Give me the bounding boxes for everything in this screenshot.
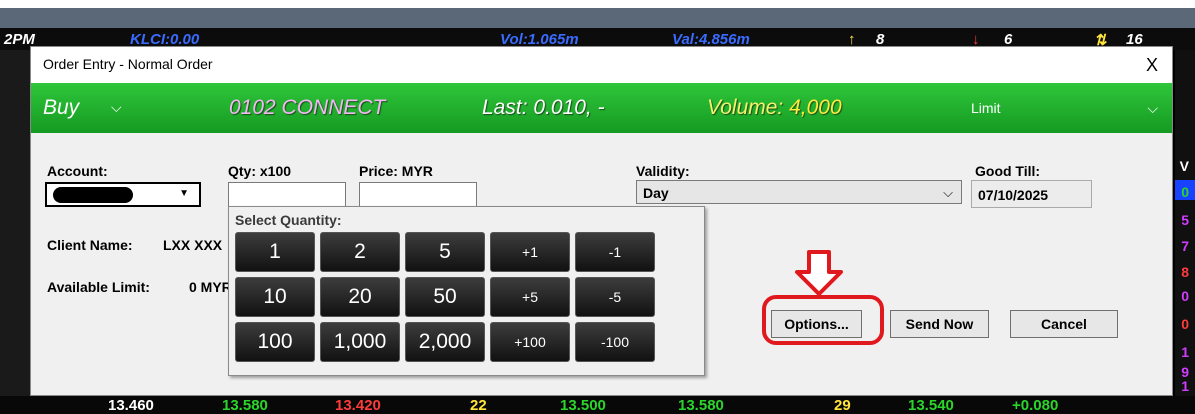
client-name-value: LXX XXX <box>163 237 223 253</box>
qty-button[interactable]: 5 <box>405 232 485 272</box>
client-name-label: Client Name: <box>47 237 133 253</box>
dropdown-arrow-icon[interactable]: ▼ <box>179 188 189 199</box>
qty-button[interactable]: 10 <box>235 277 315 317</box>
redacted-account <box>53 187 133 203</box>
qty-label: Qty: x100 <box>228 163 292 179</box>
qty-decrement-button[interactable]: -100 <box>575 322 655 362</box>
right-cell: 1 <box>1181 344 1189 360</box>
chevron-down-icon[interactable]: ⌵ <box>111 99 122 116</box>
right-cell: 7 <box>1181 238 1189 254</box>
qty-button[interactable]: 100 <box>235 322 315 362</box>
cancel-button[interactable]: Cancel <box>1010 310 1118 338</box>
account-select[interactable]: ▼ <box>45 182 201 207</box>
quote-cell: 13.500 <box>560 397 606 414</box>
last-value: 0.010, - <box>533 96 605 119</box>
terminal-left-column <box>0 50 30 396</box>
right-cell: 0 <box>1181 288 1189 304</box>
column-header: V <box>1179 158 1189 174</box>
right-cell: 1 <box>1181 378 1189 394</box>
dialog-titlebar: Order Entry - Normal Order X <box>31 47 1172 83</box>
account-label: Account: <box>47 163 108 179</box>
qty-button[interactable]: 2 <box>320 232 400 272</box>
qty-button[interactable]: 1 <box>235 232 315 272</box>
available-limit-value: 0 MYR <box>189 279 232 295</box>
validity-select[interactable]: Day ⌵ <box>636 180 962 204</box>
stock-name: 0102 CONNECT <box>229 96 386 119</box>
good-till-field[interactable]: 07/10/2025 <box>971 180 1092 208</box>
volume: Volume: 4,000 <box>707 96 842 120</box>
order-header-bar: Buy ⌵ 0102 CONNECT Last: 0.010, - Volume… <box>31 83 1172 133</box>
terminal-title-strip <box>0 8 1195 28</box>
quote-cell: 13.580 <box>222 397 268 414</box>
qty-decrement-button[interactable]: -1 <box>575 232 655 272</box>
price-label: Price: MYR <box>359 163 433 179</box>
dialog-title: Order Entry - Normal Order <box>43 56 213 72</box>
last-prefix: Last: <box>482 96 534 119</box>
volume-value: 4,000 <box>789 96 842 119</box>
qty-button[interactable]: 1,000 <box>320 322 400 362</box>
good-till-value: 07/10/2025 <box>978 187 1049 203</box>
quantity-panel-title: Select Quantity: <box>235 212 342 228</box>
quote-cell: 13.420 <box>335 397 381 414</box>
good-till-label: Good Till: <box>975 163 1041 179</box>
right-cell: 0 <box>1181 184 1189 200</box>
chevron-down-icon[interactable]: ⌵ <box>943 185 953 201</box>
right-cell: 5 <box>1181 212 1189 228</box>
validity-label: Validity: <box>636 163 690 179</box>
quote-cell: 29 <box>834 397 851 414</box>
qty-increment-button[interactable]: +100 <box>490 322 570 362</box>
available-limit-label: Available Limit: <box>47 279 150 295</box>
last-price: Last: 0.010, - <box>482 96 605 120</box>
annotation-arrow-icon <box>795 250 843 296</box>
annotation-highlight-ring <box>762 295 884 345</box>
qty-button[interactable]: 2,000 <box>405 322 485 362</box>
qty-button[interactable]: 50 <box>405 277 485 317</box>
volume-prefix: Volume: <box>707 96 790 119</box>
quote-cell: 13.460 <box>108 397 154 414</box>
terminal-right-column: V 0 5 7 8 0 0 1 9 1 <box>1175 50 1195 396</box>
quote-cell: 13.540 <box>908 397 954 414</box>
qty-button[interactable]: 20 <box>320 277 400 317</box>
qty-input[interactable] <box>228 182 346 208</box>
order-type-select[interactable]: Limit <box>971 100 1001 116</box>
quote-cell: 13.580 <box>678 397 724 414</box>
qty-increment-button[interactable]: +5 <box>490 277 570 317</box>
quantity-selector-panel: Select Quantity: 1 2 5 +1 -1 10 20 50 +5… <box>228 206 705 376</box>
validity-value: Day <box>643 185 669 201</box>
close-button[interactable]: X <box>1146 55 1158 76</box>
send-now-button[interactable]: Send Now <box>890 310 989 338</box>
qty-decrement-button[interactable]: -5 <box>575 277 655 317</box>
quote-cell: +0.080 <box>1012 397 1059 414</box>
chevron-down-icon[interactable]: ⌵ <box>1147 100 1158 117</box>
qty-increment-button[interactable]: +1 <box>490 232 570 272</box>
right-cell: 8 <box>1181 264 1189 280</box>
quote-row: 13.460 13.580 13.420 22 13.500 13.580 29… <box>0 396 1195 414</box>
price-input[interactable] <box>359 182 477 208</box>
order-entry-dialog: Order Entry - Normal Order X Buy ⌵ 0102 … <box>30 46 1173 396</box>
order-side-select[interactable]: Buy <box>43 96 79 120</box>
right-cell: 0 <box>1181 316 1189 332</box>
quote-cell: 22 <box>470 397 487 414</box>
